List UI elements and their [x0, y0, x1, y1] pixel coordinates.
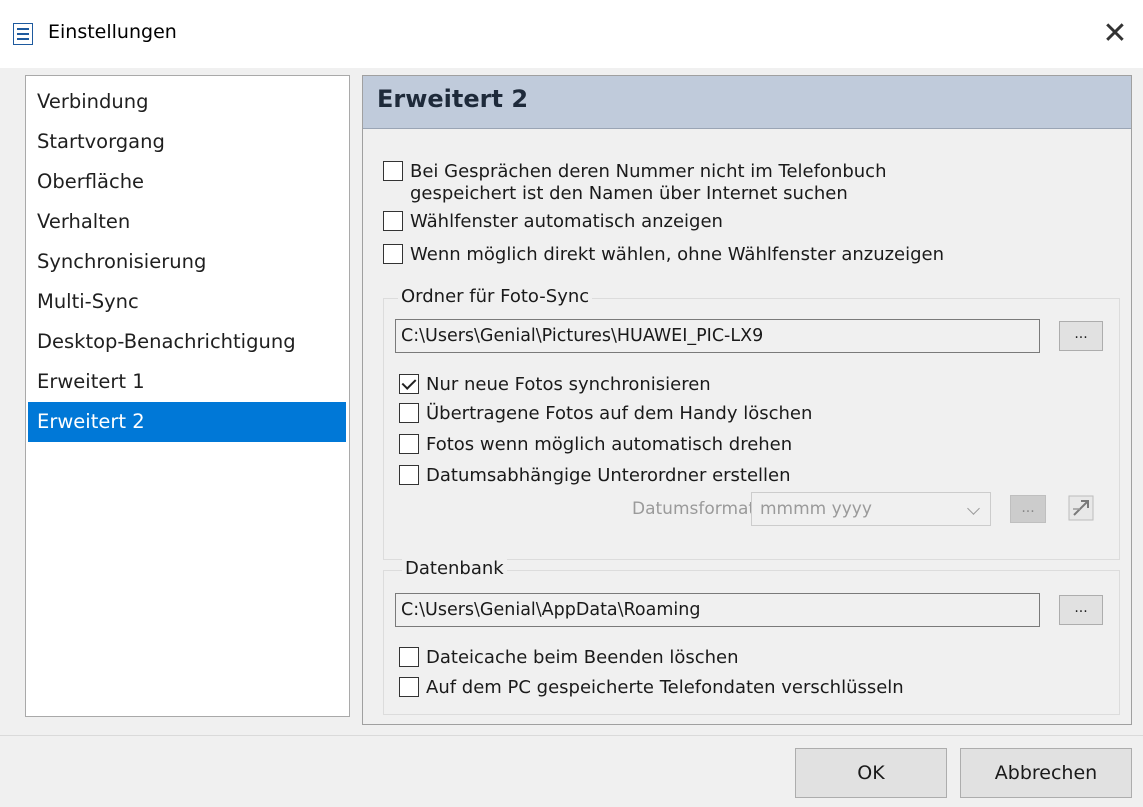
- settings-panel: Erweitert 2 Bei Gesprächen deren Nummer …: [362, 75, 1132, 725]
- date-format-label: Datumsformat:: [632, 499, 761, 519]
- option-direct-dial[interactable]: Wenn möglich direkt wählen, ohne Wählfen…: [383, 244, 944, 266]
- window-title: Einstellungen: [48, 21, 177, 43]
- option-label: Übertragene Fotos auf dem Handy löschen: [426, 403, 813, 424]
- option-show-dial-window[interactable]: Wählfenster automatisch anzeigen: [383, 211, 723, 233]
- photo-sync-browse-button[interactable]: ...: [1059, 321, 1103, 351]
- nav-item-verbindung[interactable]: Verbindung: [28, 82, 346, 122]
- option-internet-name-lookup[interactable]: Bei Gesprächen deren Nummer nicht im Tel…: [383, 161, 887, 205]
- footer-divider: [0, 735, 1143, 736]
- close-button[interactable]: ✕: [1095, 14, 1135, 54]
- settings-nav-list: Verbindung Startvorgang Oberfläche Verha…: [25, 75, 350, 717]
- checkbox[interactable]: [383, 244, 403, 264]
- date-format-browse-button[interactable]: ...: [1010, 495, 1046, 523]
- option-date-subfolders[interactable]: Datumsabhängige Unterordner erstellen: [399, 465, 791, 487]
- date-format-value: mmmm yyyy: [760, 499, 872, 519]
- checkbox[interactable]: [399, 647, 419, 667]
- checkbox[interactable]: [399, 677, 419, 697]
- option-label: Wenn möglich direkt wählen, ohne Wählfen…: [410, 244, 945, 265]
- nav-item-desktop-benachrichtigung[interactable]: Desktop-Benachrichtigung: [28, 322, 346, 362]
- option-encrypt-phone-data[interactable]: Auf dem PC gespeicherte Telefondaten ver…: [399, 677, 904, 699]
- photo-sync-path-field[interactable]: C:\Users\Genial\Pictures\HUAWEI_PIC-LX9: [395, 319, 1040, 353]
- nav-item-erweitert-2[interactable]: Erweitert 2: [28, 402, 346, 442]
- option-only-new-photos[interactable]: Nur neue Fotos synchronisieren: [399, 374, 711, 396]
- checkbox[interactable]: [383, 161, 403, 181]
- checkbox[interactable]: [383, 211, 403, 231]
- option-label-line2: gespeichert ist den Namen über Internet …: [410, 183, 848, 204]
- nav-item-startvorgang[interactable]: Startvorgang: [28, 122, 346, 162]
- ok-button[interactable]: OK: [795, 748, 947, 798]
- checkbox[interactable]: [399, 374, 419, 394]
- edit-format-icon[interactable]: [1068, 495, 1094, 521]
- option-label-line1: Bei Gesprächen deren Nummer nicht im Tel…: [410, 161, 887, 182]
- panel-title: Erweitert 2: [377, 85, 529, 113]
- checkbox[interactable]: [399, 434, 419, 454]
- photo-sync-group: Ordner für Foto-Sync C:\Users\Genial\Pic…: [383, 286, 1120, 560]
- option-label: Nur neue Fotos synchronisieren: [426, 374, 711, 395]
- option-label: Auf dem PC gespeicherte Telefondaten ver…: [426, 677, 904, 698]
- database-path-field[interactable]: C:\Users\Genial\AppData\Roaming: [395, 593, 1040, 627]
- panel-header: Erweitert 2: [363, 76, 1131, 129]
- option-label: Datumsabhängige Unterordner erstellen: [426, 465, 791, 486]
- nav-item-verhalten[interactable]: Verhalten: [28, 202, 346, 242]
- title-bar: Einstellungen ✕: [0, 0, 1143, 68]
- chevron-down-icon: [967, 502, 980, 515]
- checkbox[interactable]: [399, 465, 419, 485]
- nav-item-multi-sync[interactable]: Multi-Sync: [28, 282, 346, 322]
- nav-item-erweitert-1[interactable]: Erweitert 1: [28, 362, 346, 402]
- checkbox[interactable]: [399, 403, 419, 423]
- database-group: Datenbank C:\Users\Genial\AppData\Roamin…: [383, 558, 1120, 715]
- database-group-title: Datenbank: [402, 558, 507, 579]
- option-auto-rotate-photos[interactable]: Fotos wenn möglich automatisch drehen: [399, 434, 792, 456]
- option-label: Fotos wenn möglich automatisch drehen: [426, 434, 793, 455]
- nav-item-oberflaeche[interactable]: Oberfläche: [28, 162, 346, 202]
- option-label: Wählfenster automatisch anzeigen: [410, 211, 723, 232]
- option-delete-transferred-photos[interactable]: Übertragene Fotos auf dem Handy löschen: [399, 403, 812, 425]
- cancel-button[interactable]: Abbrechen: [960, 748, 1132, 798]
- option-clear-file-cache[interactable]: Dateicache beim Beenden löschen: [399, 647, 739, 669]
- nav-item-synchronisierung[interactable]: Synchronisierung: [28, 242, 346, 282]
- date-format-select[interactable]: mmmm yyyy: [751, 492, 991, 526]
- photo-sync-group-title: Ordner für Foto-Sync: [398, 286, 593, 307]
- database-browse-button[interactable]: ...: [1059, 595, 1103, 625]
- settings-list-icon: [13, 23, 33, 45]
- option-label: Dateicache beim Beenden löschen: [426, 647, 739, 668]
